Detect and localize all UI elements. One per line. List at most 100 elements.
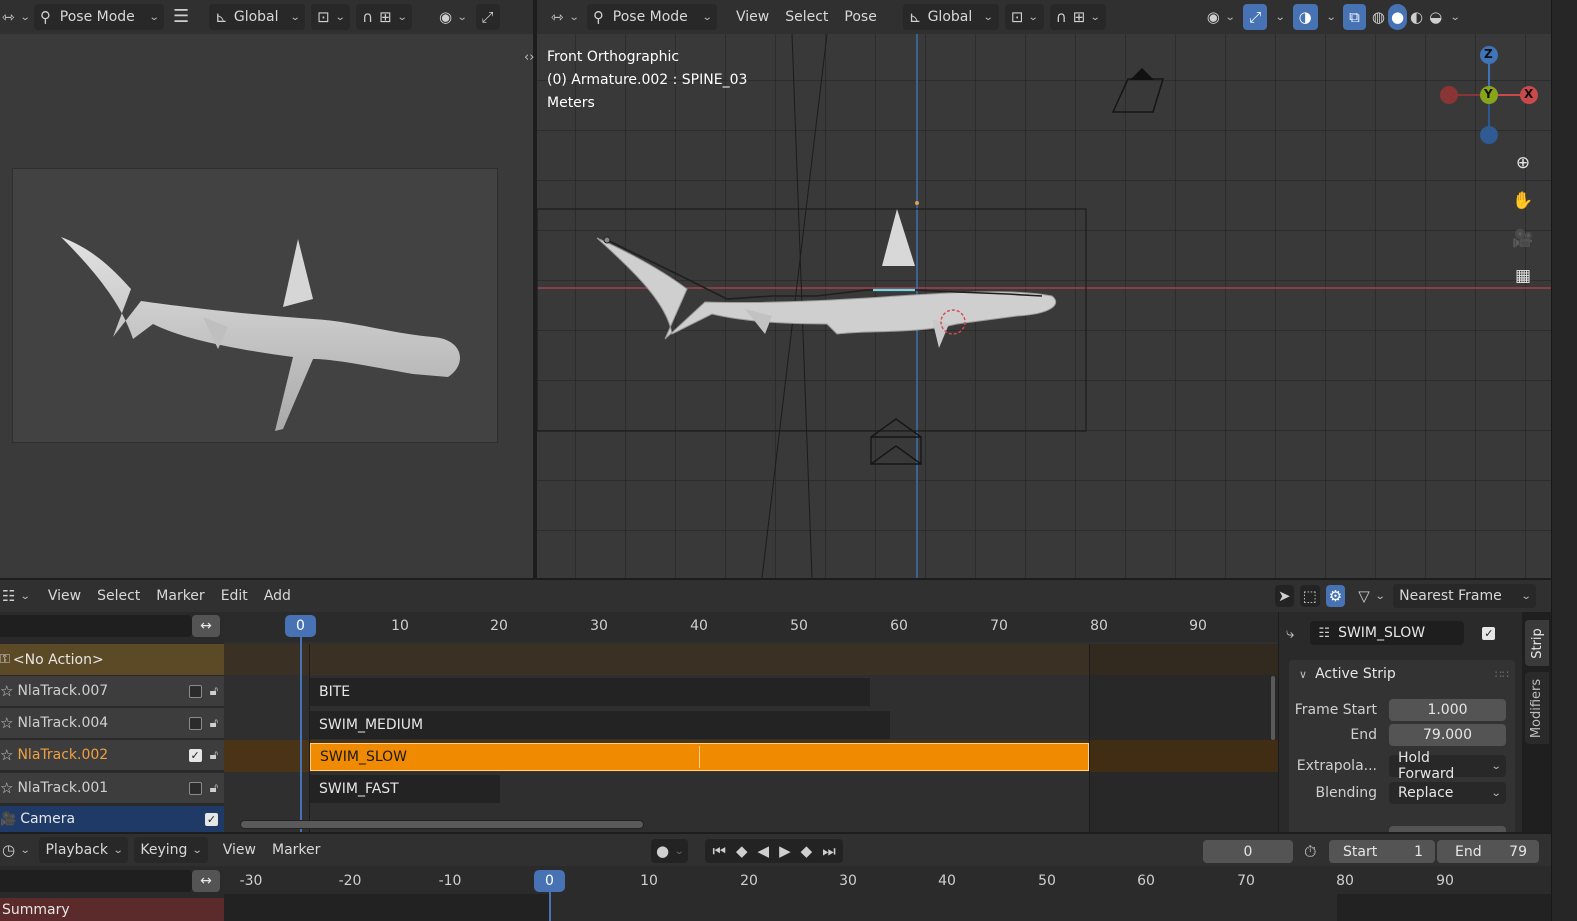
viewport-mode-dropdown[interactable]: ⚲ Pose Mode ⌄	[586, 4, 717, 30]
nla-menu-add[interactable]: Add	[256, 588, 299, 604]
zoom-button[interactable]: ⊕	[1508, 148, 1538, 178]
xray-toggle[interactable]: ⧉	[1343, 4, 1366, 30]
start-frame-field[interactable]: Start 1	[1329, 840, 1435, 863]
shading-wireframe[interactable]: ◍	[1369, 4, 1388, 30]
strip-bite[interactable]: BITE	[310, 678, 870, 706]
drag-handle-icon[interactable]: ∷∷	[1495, 668, 1509, 681]
chevron-down-icon[interactable]: ⌄	[1450, 12, 1461, 23]
frame-end-field[interactable]: 79.000	[1389, 724, 1506, 746]
jump-start-icon[interactable]: ⏮	[712, 843, 726, 859]
timeline-swap-button[interactable]: ↔	[192, 870, 220, 892]
lock-icon[interactable]: 🔓︎	[210, 749, 218, 762]
lock-icon[interactable]: 🔓︎	[210, 717, 218, 730]
no-action-row[interactable]: ⚿ <No Action>	[0, 644, 224, 675]
nla-menu-edit[interactable]: Edit	[213, 588, 256, 604]
track-row-002[interactable]: ☆ NlaTrack.002 ✓ 🔓︎	[0, 740, 224, 771]
shading-material[interactable]: ◐	[1407, 4, 1426, 30]
select-tool-button[interactable]: ➤	[1275, 585, 1294, 607]
star-icon[interactable]: ☆	[0, 747, 13, 763]
timeline-playhead-badge[interactable]: 0	[534, 870, 565, 892]
lock-icon[interactable]: 🔓︎	[210, 782, 218, 795]
nla-horizontal-scrollbar[interactable]	[240, 820, 644, 829]
strip-swim-fast[interactable]: SWIM_FAST	[310, 775, 500, 803]
nla-menu-marker[interactable]: Marker	[148, 588, 212, 604]
end-frame-field[interactable]: End 79	[1437, 840, 1539, 863]
left-mode-dropdown[interactable]: ⚲ Pose Mode ⌄	[33, 4, 164, 30]
snap-mode-dropdown[interactable]: Nearest Frame ⌄	[1393, 584, 1537, 608]
track-row-007[interactable]: ☆ NlaTrack.007 🔓︎	[0, 676, 224, 707]
tab-modifiers[interactable]: Modifiers	[1525, 672, 1549, 744]
pan-button[interactable]: ✋	[1508, 186, 1538, 216]
hamburger-menu-button[interactable]: ☰	[167, 4, 195, 30]
star-icon[interactable]: ☆	[0, 683, 13, 699]
menu-view[interactable]: View	[728, 9, 777, 25]
playback-menu[interactable]: Playback ⌄	[39, 837, 129, 863]
timeline-editor-type-button[interactable]: ◷ ⌄	[0, 837, 31, 863]
current-frame-field[interactable]: 0	[1203, 840, 1293, 863]
next-keyframe-icon[interactable]: ◆	[801, 843, 813, 859]
stopwatch-icon[interactable]: ⏱	[1304, 842, 1316, 862]
nla-playhead-badge[interactable]: 0	[285, 615, 316, 637]
editor-type-button[interactable]: ⇿ ⌄	[545, 4, 584, 30]
gizmo-toggle[interactable]: ⤢	[1243, 4, 1268, 30]
nla-menu-view[interactable]: View	[40, 588, 89, 604]
filter-dropdown[interactable]: ▽ ⌄	[1352, 583, 1390, 609]
pivot-dropdown[interactable]: ⊡ ⌄	[311, 4, 351, 30]
ortho-toggle-button[interactable]: ▦	[1508, 261, 1538, 291]
pivot-dropdown[interactable]: ⊡ ⌄	[1004, 4, 1044, 30]
keying-menu[interactable]: Keying ⌄	[134, 837, 208, 863]
track-mute-checkbox[interactable]	[188, 684, 202, 698]
camera-checkbox[interactable]: ✓	[205, 812, 218, 826]
snap-toggle[interactable]: ∩ ⊞ ⌄	[1049, 4, 1106, 30]
track-row-001[interactable]: ☆ NlaTrack.001 🔓︎	[0, 773, 224, 804]
star-icon[interactable]: ☆	[0, 780, 13, 796]
track-mute-checkbox[interactable]: ✓	[188, 748, 202, 762]
tab-strip[interactable]: Strip	[1525, 620, 1549, 666]
strip-swim-medium[interactable]: SWIM_MEDIUM	[310, 711, 890, 739]
only-selected-toggle[interactable]: ⚙	[1325, 585, 1346, 607]
viewport-orientation-dropdown[interactable]: ⊾ Global ⌄	[902, 4, 999, 30]
blending-dropdown[interactable]: Replace ⌄	[1389, 782, 1506, 804]
chevron-down-icon[interactable]: ⌄	[1325, 12, 1336, 23]
chevron-down-icon[interactable]: ⌄	[1275, 12, 1286, 23]
strip-name-field[interactable]: ☷ SWIM_SLOW	[1310, 621, 1465, 645]
strip-enabled-checkbox[interactable]: ✓	[1482, 626, 1496, 640]
gizmo-toggle[interactable]: ⤢	[475, 4, 500, 30]
nla-menu-select[interactable]: Select	[89, 588, 148, 604]
overlays-toggle[interactable]: ◑	[1292, 4, 1318, 30]
track-mute-checkbox[interactable]	[188, 781, 202, 795]
nla-editor-type-button[interactable]: ☷ ⌄	[0, 583, 32, 609]
auto-keying-toggle[interactable]: ● ⌄	[651, 839, 689, 863]
track-mute-checkbox[interactable]	[188, 716, 202, 730]
camera-view-button[interactable]: 🎥	[1508, 224, 1538, 254]
summary-row[interactable]: Summary	[0, 898, 224, 921]
nla-search-field[interactable]	[0, 615, 192, 637]
visibility-dropdown[interactable]: ◉ ⌄	[1201, 4, 1240, 30]
frame-start-field[interactable]: 1.000	[1389, 699, 1506, 721]
camera-row[interactable]: 🎥 Camera ✓	[0, 806, 224, 832]
track-row-004[interactable]: ☆ NlaTrack.004 🔓︎	[0, 708, 224, 739]
timeline-menu-view[interactable]: View	[215, 842, 264, 858]
star-icon[interactable]: ☆	[0, 715, 13, 731]
swap-filter-button[interactable]: ↔	[192, 615, 220, 637]
shading-rendered[interactable]: ◒	[1426, 4, 1445, 30]
extrapolation-dropdown[interactable]: Hold Forward ⌄	[1389, 750, 1506, 782]
timeline-menu-marker[interactable]: Marker	[264, 842, 328, 858]
lock-icon[interactable]: 🔓︎	[210, 685, 218, 698]
left-orientation-dropdown[interactable]: ⊾ Global ⌄	[209, 4, 306, 30]
nla-vertical-scrollbar[interactable]	[1271, 676, 1275, 740]
menu-pose[interactable]: Pose	[836, 9, 884, 25]
play-icon[interactable]: ▶	[779, 843, 791, 859]
timeline-search-field[interactable]	[0, 870, 192, 892]
active-strip-panel-header[interactable]: ∨ Active Strip ∷∷	[1289, 660, 1515, 688]
menu-select[interactable]: Select	[777, 9, 836, 25]
viewport-expand-arrow[interactable]: ‹›	[524, 50, 534, 65]
editor-type-button[interactable]: ⇿ ⌄	[0, 4, 31, 30]
box-select-button[interactable]: ⬚	[1299, 585, 1320, 607]
visibility-dropdown[interactable]: ◉ ⌄	[433, 4, 472, 30]
prev-keyframe-icon[interactable]: ◆	[736, 843, 748, 859]
play-reverse-icon[interactable]: ◀	[758, 843, 770, 859]
jump-end-icon[interactable]: ⏭	[822, 843, 836, 859]
snap-toggle[interactable]: ∩ ⊞ ⌄	[356, 4, 413, 30]
shading-solid[interactable]: ●	[1387, 4, 1408, 30]
